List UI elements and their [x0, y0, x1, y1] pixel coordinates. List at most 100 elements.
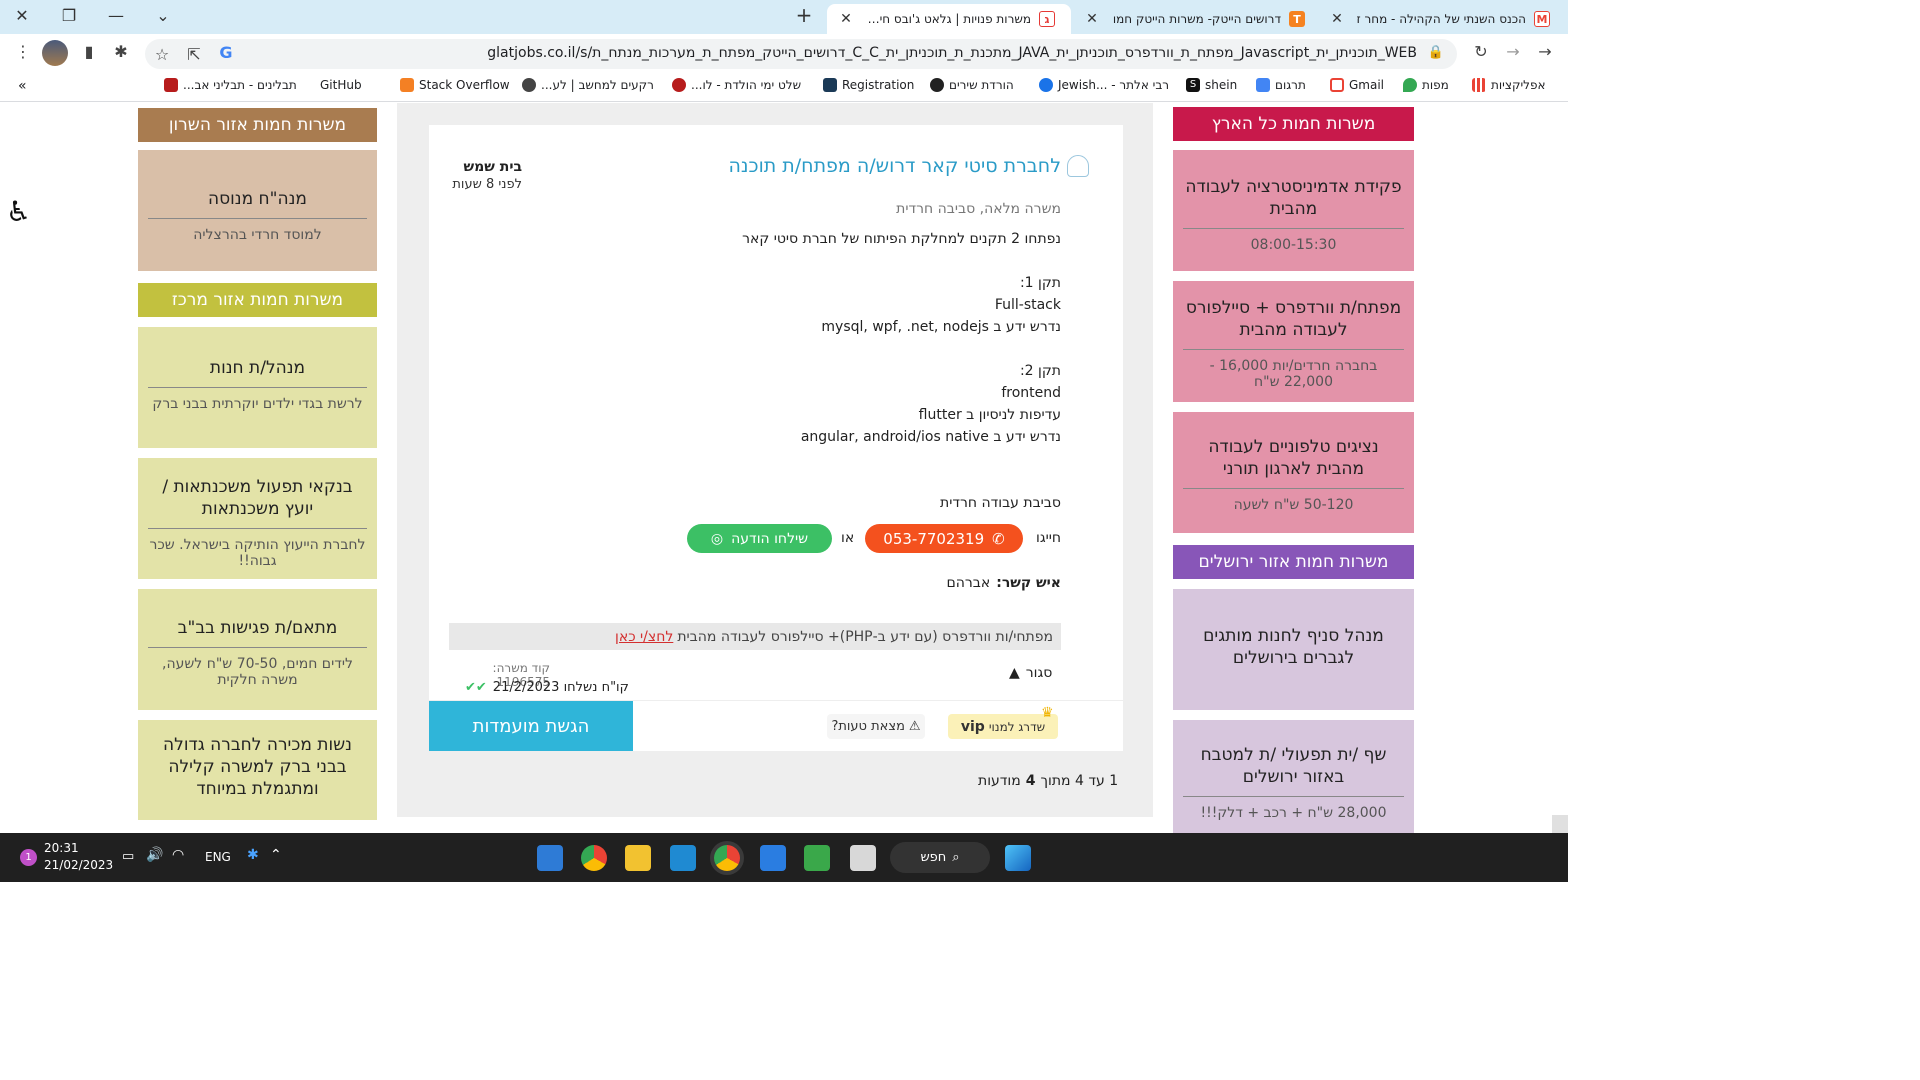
tulip-icon [164, 78, 178, 92]
mail-app-icon[interactable] [760, 845, 786, 871]
bookmark-gmail[interactable]: Gmail [1330, 78, 1384, 92]
job-card[interactable]: מתאם/ת פגישות בב"ב לידים חמים, 70-50 ש"ח… [138, 589, 377, 710]
windows-start-icon[interactable] [1005, 845, 1031, 871]
submit-application-button[interactable]: הגשת מועמדות [429, 701, 633, 751]
bookmark-stackoverflow[interactable]: Stack Overflow [400, 78, 510, 92]
jerusalem-jobs-header[interactable]: משרות חמות אזור ירושלים [1173, 545, 1414, 579]
report-error-button[interactable]: ⚠ מצאת טעות? [827, 714, 925, 739]
job-card[interactable]: מנהל סניף לחנות מותגים לגברים בירושלים [1173, 589, 1414, 710]
shein-icon: S [1186, 78, 1200, 92]
bookmark-label: הורדת שירים [949, 78, 1014, 92]
promo-link[interactable]: לחצ/י כאן [615, 629, 673, 645]
taskbar-search[interactable]: ⌕ חפש [890, 842, 990, 873]
notepad-app-icon[interactable] [537, 845, 563, 871]
description-line: תקן 1: [1019, 275, 1061, 291]
minimize-window-button[interactable]: — [104, 6, 128, 25]
new-tab-button[interactable]: + [792, 3, 816, 27]
wifi-icon[interactable]: ◠ [172, 847, 184, 863]
bookmark-label: רבי אלתר - ...Jewish [1058, 78, 1170, 92]
reload-icon[interactable]: ↻ [1470, 42, 1492, 61]
bookmark-apps[interactable]: אפליקציות [1472, 78, 1546, 92]
sharon-jobs-header[interactable]: משרות חמות אזור השרון [138, 108, 377, 142]
bookmark-maps[interactable]: מפות [1403, 78, 1449, 92]
address-bar[interactable]: ☆ ⇱ G glatjobs.co.il/s/דרושים_הייטק_מפתח… [145, 39, 1457, 69]
back-arrow-icon[interactable]: → [1534, 42, 1556, 61]
language-indicator[interactable]: ENG [205, 850, 231, 864]
close-tab-icon[interactable]: ✕ [1328, 11, 1346, 27]
close-tab-icon[interactable]: ✕ [837, 11, 855, 27]
chat-app-icon[interactable] [804, 845, 830, 871]
sent-status: קו"ח נשלחו 21/2/2023 ✔✔ [465, 680, 629, 695]
job-card[interactable]: נציגים טלפוניים לעבודה מהבית לארגון תורנ… [1173, 412, 1414, 533]
close-toggle[interactable]: סגור ▲ [1009, 665, 1052, 681]
job-card[interactable]: בנקאי תפעול משכנתאות / יועץ משכנתאות לחב… [138, 458, 377, 579]
tab-hitech-jobs[interactable]: T דרושים הייטק- משרות הייטק חמו ✕ [1073, 4, 1317, 34]
card-title: מתאם/ת פגישות בב"ב [177, 618, 338, 638]
job-card[interactable]: מנהל/ת חנות לרשת בגדי ילדים יוקרתית בבני… [138, 327, 377, 448]
accessibility-icon[interactable]: ♿ [6, 195, 31, 228]
whatsapp-icon: ◎ [710, 530, 724, 547]
bookmark-spices[interactable]: תבלינים - תבליני אב... [164, 78, 297, 92]
description-line: נפתחו 2 תקנים למחלקת הפיתוח של חברת סיטי… [742, 231, 1061, 247]
nationwide-jobs-header[interactable]: משרות חמות כל הארץ [1173, 107, 1414, 141]
job-location: בית שמש [463, 159, 522, 175]
file-explorer-icon[interactable] [625, 845, 651, 871]
clock-time[interactable]: 20:31 [44, 841, 79, 855]
side-panel-icon[interactable]: ▮ [78, 42, 100, 61]
chrome-profile-icon[interactable] [714, 845, 740, 871]
bluetooth-icon[interactable]: ✱ [247, 847, 259, 863]
chrome-app-icon[interactable] [581, 845, 607, 871]
bookmark-github[interactable]: GitHub [320, 78, 362, 92]
scrollbar-thumb[interactable] [1552, 815, 1568, 833]
vscode-icon[interactable] [670, 845, 696, 871]
url-text[interactable]: glatjobs.co.il/s/דרושים_הייטק_מפתח_ת_מער… [277, 45, 1417, 61]
bookmark-rabbi[interactable]: רבי אלתר - ...Jewish [1039, 78, 1169, 92]
lock-icon[interactable]: 🔒 [1425, 45, 1447, 60]
close-window-button[interactable]: ✕ [10, 6, 34, 25]
extensions-puzzle-icon[interactable]: ✱ [110, 42, 132, 61]
job-card[interactable]: מנה"ח מנוסה למוסד חרדי בהרצליה [138, 150, 377, 271]
bookmark-birthday[interactable]: שלט ימי הולדת - לו... [672, 78, 801, 92]
bookmark-registration[interactable]: Registration [823, 78, 914, 92]
chevron-up-icon[interactable]: ⌃ [270, 847, 282, 863]
person-icon [1039, 78, 1053, 92]
bookmark-translate[interactable]: תרגום [1256, 78, 1306, 92]
whatsapp-button[interactable]: שילחו הודעה ◎ [687, 524, 832, 553]
menu-kebab-icon[interactable]: ⋮ [12, 42, 34, 61]
close-tab-icon[interactable]: ✕ [1083, 11, 1101, 27]
bookmark-songs[interactable]: הורדת שירים [930, 78, 1014, 92]
bookmark-shein[interactable]: shein S [1186, 78, 1237, 92]
battery-icon[interactable]: ▭ [122, 849, 134, 864]
caret-up-icon: ▲ [1009, 665, 1020, 681]
bookmarks-overflow-button[interactable]: » [18, 78, 27, 94]
restore-window-button[interactable]: ❐ [57, 6, 81, 25]
promo-banner[interactable]: מפתחי/ות וורדפרס (עם ידע ב-PHP)+ סיילפור… [449, 623, 1061, 650]
job-posted-time: לפני 8 שעות [452, 177, 522, 192]
sent-label: קו"ח נשלחו 21/2/2023 [492, 680, 629, 695]
bookmark-wallpapers[interactable]: רקעים למחשב | לע... [522, 78, 654, 92]
contact-name: אברהם [946, 575, 991, 591]
tab-glatjobs[interactable]: ג משרות פנויות | גלאט ג'ובס חיפוש ✕ [827, 4, 1071, 34]
profile-avatar[interactable] [42, 40, 68, 66]
job-card[interactable]: שף /ית תפעולי /ת למטבח באזור ירושלים 28,… [1173, 720, 1414, 833]
phone-button[interactable]: ✆ 053-7702319 [865, 524, 1023, 553]
volume-icon[interactable]: 🔊 [146, 847, 163, 863]
bookmark-star-icon[interactable]: ☆ [151, 45, 173, 64]
tab-gmail[interactable]: M הכנס השנתי של הקהילה - מחר ז ✕ [1318, 4, 1562, 34]
card-divider [148, 647, 367, 648]
share-icon[interactable]: ⇱ [183, 45, 205, 64]
task-view-icon[interactable] [850, 845, 876, 871]
job-card[interactable]: נשות מכירה לחברה גדולה בבני ברק למשרה קל… [138, 720, 377, 820]
job-card[interactable]: מפתח/ת וורדפרס + סיילפורס לעבודה מהבית ב… [1173, 281, 1414, 402]
job-card[interactable]: פקידת אדמיניסטרציה לעבודה מהבית 08:00-15… [1173, 150, 1414, 271]
google-lens-icon[interactable]: G [215, 43, 237, 62]
clock-date[interactable]: 21/02/2023 [44, 858, 113, 872]
phone-number: 053-7702319 [883, 529, 985, 548]
notification-badge[interactable]: 1 [20, 849, 37, 866]
forward-arrow-icon[interactable]: → [1502, 42, 1524, 61]
tab-search-chevron-icon[interactable]: ⌄ [151, 6, 175, 25]
job-title[interactable]: לחברת סיטי קאר דרוש/ה מפתח/ת תוכנה [729, 155, 1062, 177]
card-subtitle: 08:00-15:30 [1250, 237, 1337, 253]
center-jobs-header[interactable]: משרות חמות אזור מרכז [138, 283, 377, 317]
results-suffix: מודעות [978, 773, 1021, 789]
